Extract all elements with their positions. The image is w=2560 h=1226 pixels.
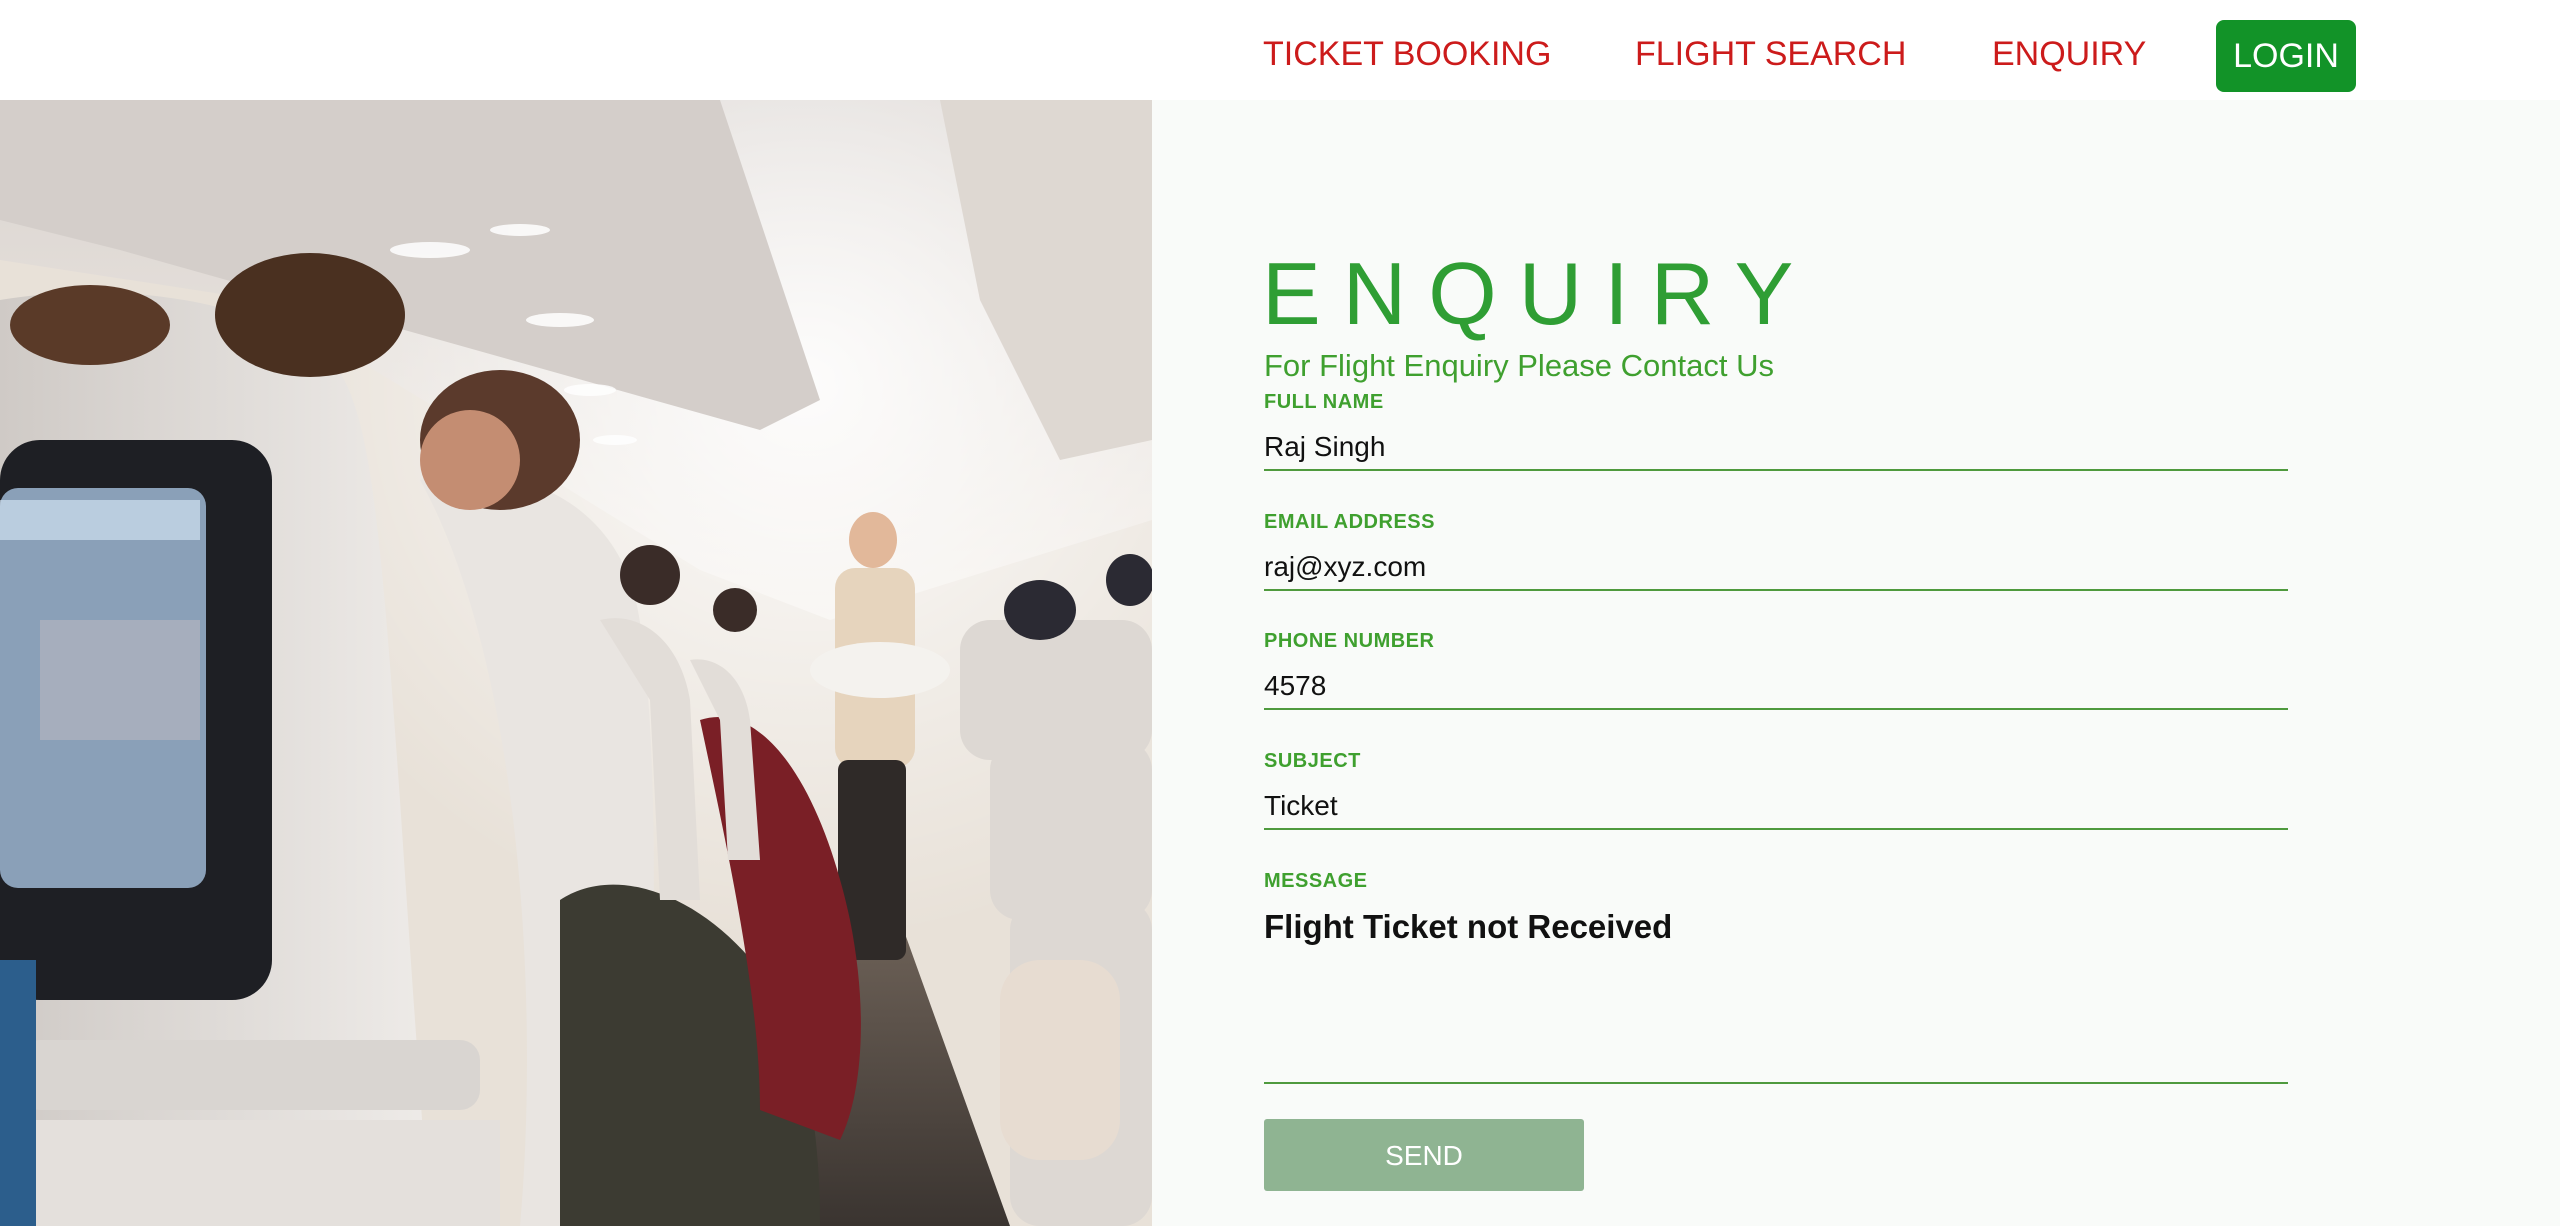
full-name-label: FULL NAME	[1264, 391, 1384, 413]
send-button[interactable]: SEND	[1264, 1119, 1584, 1191]
full-name-field[interactable]	[1264, 425, 2288, 471]
message-label: MESSAGE	[1264, 870, 1368, 892]
phone-label: PHONE NUMBER	[1264, 630, 1435, 652]
page-subtitle: For Flight Enquiry Please Contact Us	[1264, 348, 1774, 383]
subject-field[interactable]	[1264, 784, 2288, 830]
page-title: ENQUIRY	[1262, 244, 1816, 343]
subject-label: SUBJECT	[1264, 750, 1361, 772]
hero-cabin-image	[0, 100, 1152, 1226]
top-navbar: TICKET BOOKING FLIGHT SEARCH ENQUIRY LOG…	[0, 0, 2560, 100]
nav-ticket-booking[interactable]: TICKET BOOKING	[1263, 36, 1551, 72]
message-field[interactable]: Flight Ticket not Received	[1264, 904, 2288, 1084]
login-button[interactable]: LOGIN	[2216, 20, 2356, 92]
nav-enquiry[interactable]: ENQUIRY	[1992, 36, 2146, 72]
nav-flight-search[interactable]: FLIGHT SEARCH	[1635, 36, 1906, 72]
email-field[interactable]	[1264, 545, 2288, 591]
airplane-cabin-photo-icon	[0, 100, 1152, 1226]
email-label: EMAIL ADDRESS	[1264, 511, 1435, 533]
phone-field[interactable]	[1264, 664, 2288, 710]
